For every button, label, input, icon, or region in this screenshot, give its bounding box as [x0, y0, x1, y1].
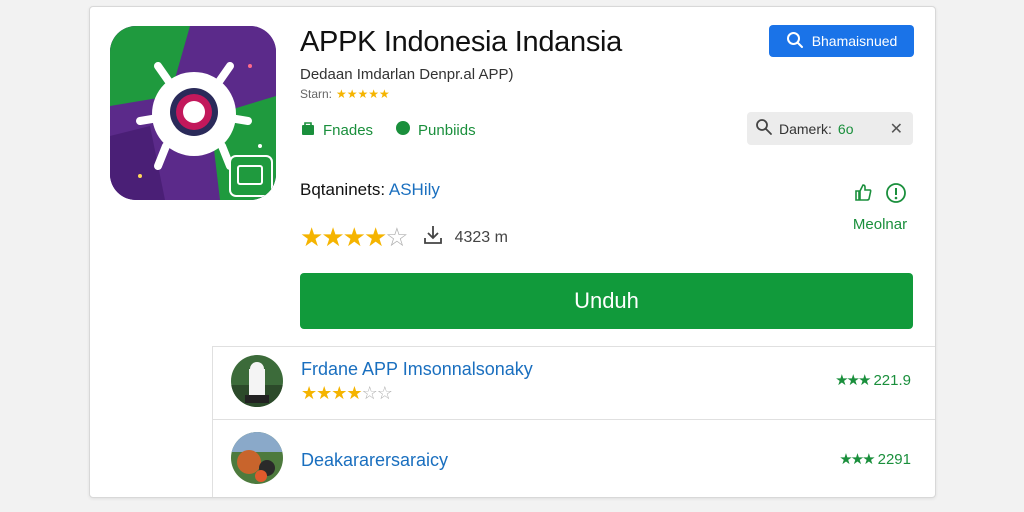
- rating-row: ★★★★☆ 4323 m: [300, 222, 508, 253]
- star-icon: ★: [363, 222, 387, 252]
- developer-label: Bqtaninets:: [300, 180, 386, 199]
- chip-value: 6o: [837, 120, 854, 137]
- developer-line: Bqtaninets: ASHily: [300, 180, 440, 200]
- star-half-icon: ★: [342, 222, 366, 252]
- info-icon[interactable]: [885, 182, 907, 210]
- app-tags: Fnades Punbiids: [300, 120, 476, 140]
- downloads: 4323 m: [421, 223, 508, 252]
- star-icon: ★: [300, 222, 323, 252]
- list-item-score: ★★★ 2291: [839, 450, 911, 468]
- list-item-score-value: 2291: [877, 451, 911, 468]
- dot-icon: [395, 120, 411, 140]
- thumbs-up-icon[interactable]: [853, 182, 873, 210]
- list-item-title: Frdane APP Imsonnalsonaky: [301, 359, 533, 379]
- rating-stars-small: ★★★★★: [336, 87, 390, 101]
- filter-chip[interactable]: Damerk: 6o ✕: [747, 112, 913, 145]
- developer-name[interactable]: ASHily: [389, 180, 440, 199]
- bag-icon: [300, 120, 316, 140]
- rating-stars: ★★★★☆: [300, 222, 409, 253]
- avatar: [231, 432, 283, 484]
- avatar: [231, 355, 283, 407]
- side-actions: Meolnar: [830, 182, 930, 233]
- app-icon[interactable]: [110, 26, 276, 200]
- side-actions-label[interactable]: Meolnar: [830, 216, 930, 233]
- list-item-title: Deakararersaraicy: [301, 450, 449, 470]
- search-icon: [786, 31, 804, 52]
- list-item-score-stars: ★★★: [835, 372, 871, 389]
- chip-label: Damerk:: [779, 120, 832, 137]
- list-item-score-value: 221.9: [873, 372, 911, 389]
- rating-line: Starn: ★★★★★: [300, 87, 390, 101]
- star-icon: ★: [321, 222, 344, 252]
- tag-fnades[interactable]: Fnades: [300, 120, 373, 140]
- list-item-score: ★★★ 221.9: [835, 371, 911, 389]
- list-item-stars: ★★★★☆☆: [301, 383, 393, 403]
- tag-label: Fnades: [323, 121, 374, 139]
- related-apps-list: Frdane APP Imsonnalsonaky ★★★★☆☆ ★★★ 221.…: [212, 346, 935, 497]
- tag-punbiids[interactable]: Punbiids: [395, 120, 476, 140]
- search-button-label: Bhamaisnued: [811, 33, 898, 49]
- app-title: APPK Indonesia Indansia: [300, 26, 622, 58]
- download-button[interactable]: Unduh: [300, 273, 913, 329]
- star-empty-icon: ☆: [385, 222, 408, 252]
- close-icon[interactable]: ✕: [890, 119, 903, 139]
- rating-label: Starn:: [300, 87, 333, 101]
- magnifier-icon: [755, 118, 773, 139]
- list-item[interactable]: Deakararersaraicy ★★★ 2291: [213, 420, 935, 497]
- list-item[interactable]: Frdane APP Imsonnalsonaky ★★★★☆☆ ★★★ 221.…: [213, 347, 935, 420]
- download-icon: [421, 223, 445, 252]
- search-button[interactable]: Bhamaisnued: [769, 25, 914, 57]
- downloads-count: 4323 m: [454, 228, 508, 246]
- tag-label: Punbiids: [418, 121, 476, 139]
- list-item-score-stars: ★★★: [839, 451, 875, 468]
- app-subtitle: Dedaan Imdarlan Denpr.al APP): [300, 66, 514, 83]
